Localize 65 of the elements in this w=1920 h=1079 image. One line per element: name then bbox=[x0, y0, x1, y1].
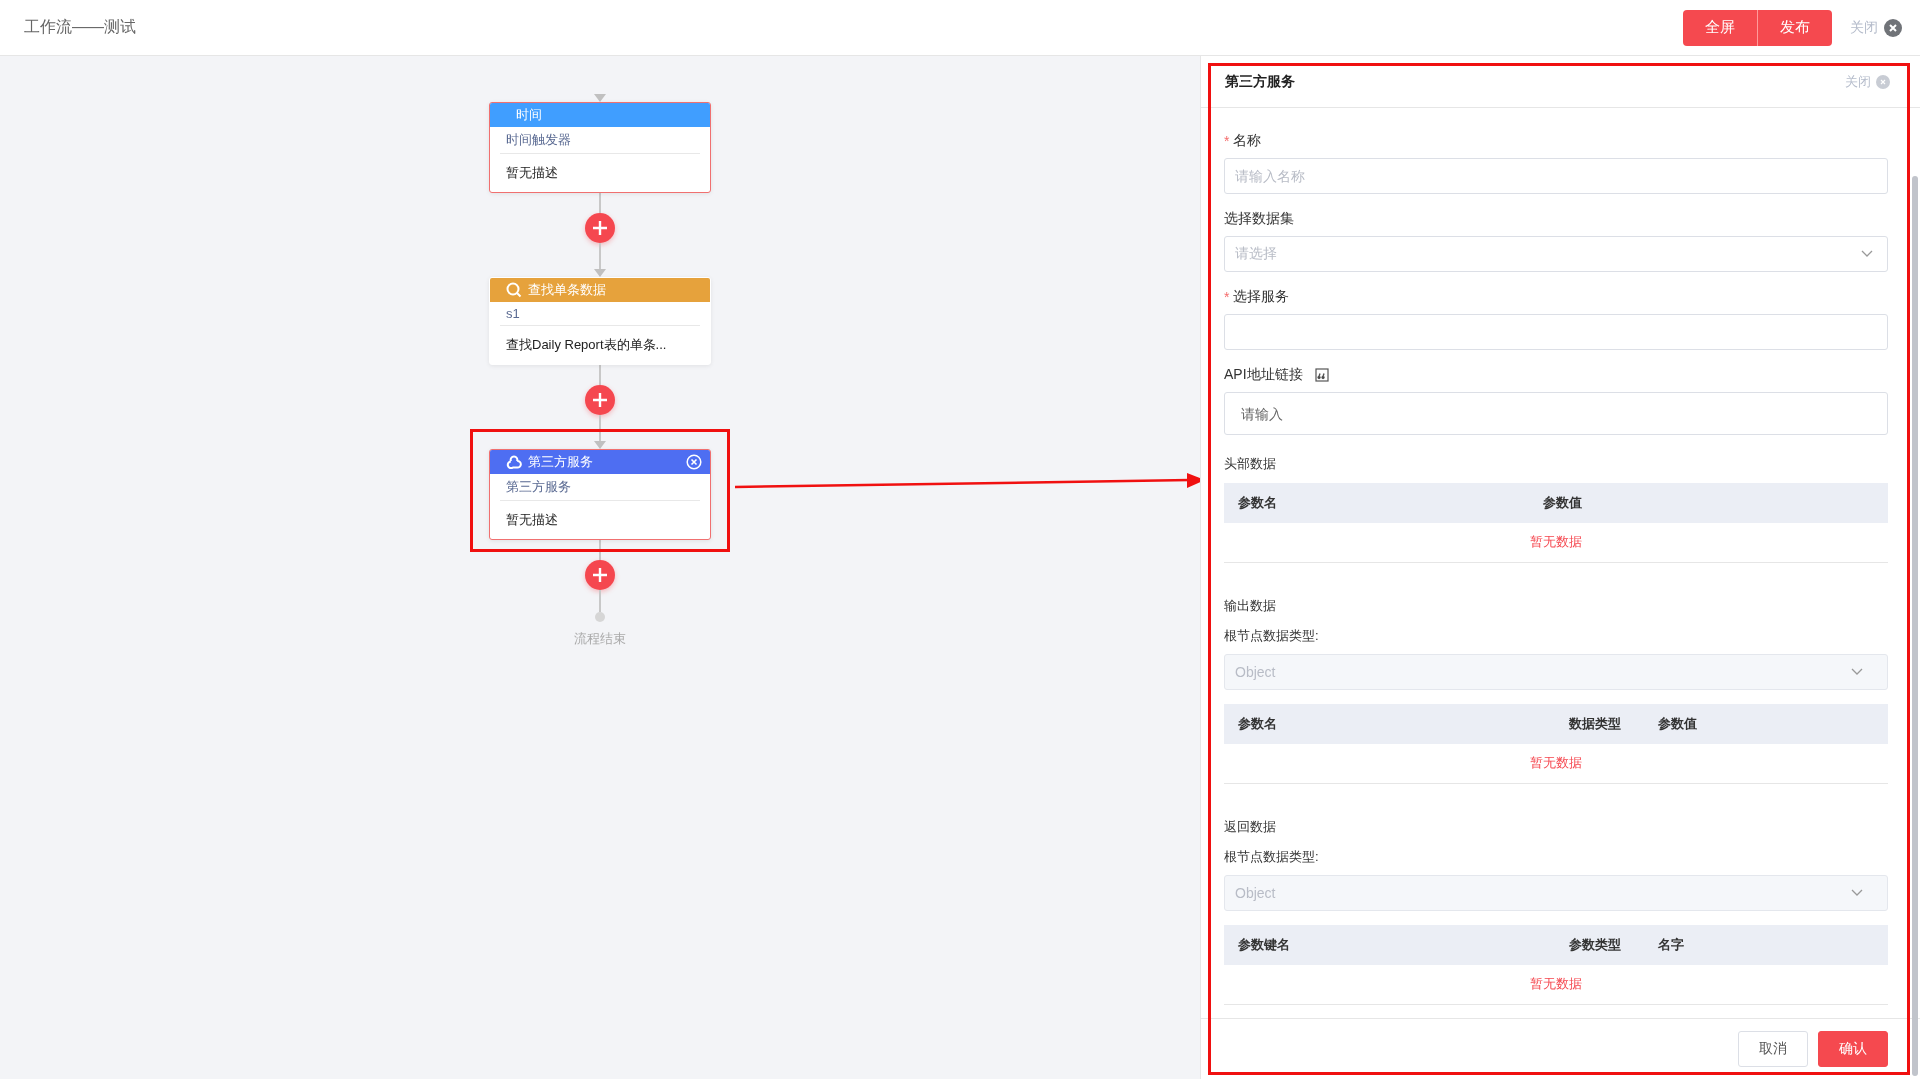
section-title: 输出数据 bbox=[1224, 597, 1277, 615]
confirm-button[interactable]: 确认 bbox=[1818, 1031, 1888, 1067]
text-input[interactable]: 请输入 bbox=[1224, 392, 1888, 435]
close-button[interactable]: 关闭 bbox=[1845, 72, 1890, 91]
node-title: 时间 bbox=[516, 106, 543, 124]
search-icon bbox=[506, 282, 522, 298]
text-input[interactable] bbox=[1224, 314, 1888, 350]
required-mark: * bbox=[1224, 133, 1230, 149]
toolbar-button[interactable]: 全屏 bbox=[1683, 9, 1758, 46]
column-header: 参数名 bbox=[1238, 494, 1278, 512]
close-icon bbox=[1884, 18, 1902, 37]
end-dot bbox=[595, 612, 605, 622]
node-name: 第三方服务 bbox=[500, 474, 700, 501]
arrow-head-icon bbox=[594, 94, 606, 102]
flow-node[interactable]: 查找单条数据 s1 查找Daily Report表的单条... bbox=[489, 277, 711, 365]
node-name: 时间触发器 bbox=[500, 127, 700, 154]
chevron-down-icon bbox=[1851, 889, 1863, 897]
close-button[interactable]: 关闭 bbox=[1850, 18, 1902, 37]
column-header: 名字 bbox=[1657, 936, 1685, 954]
close-icon bbox=[1876, 74, 1890, 89]
field-label: 选择数据集 bbox=[1224, 210, 1294, 228]
flow-node[interactable]: 第三方服务 第三方服务 暂无描述 bbox=[489, 449, 711, 540]
empty-message: 暂无数据 bbox=[1224, 523, 1888, 563]
empty-message: 暂无数据 bbox=[1224, 744, 1888, 784]
field-label: 名称 bbox=[1233, 132, 1262, 150]
field-label: 根节点数据类型: bbox=[1224, 627, 1320, 645]
flow-node[interactable]: 时间 时间触发器 暂无描述 bbox=[489, 102, 711, 193]
remove-icon[interactable] bbox=[686, 454, 702, 470]
column-header: 参数值 bbox=[1543, 494, 1584, 512]
column-header: 参数值 bbox=[1657, 715, 1698, 733]
field-label: 根节点数据类型: bbox=[1224, 848, 1320, 866]
required-mark: * bbox=[1224, 289, 1230, 305]
scrollbar[interactable] bbox=[1912, 176, 1918, 1076]
plus-icon bbox=[593, 221, 607, 235]
cloud-icon bbox=[506, 455, 522, 469]
node-description: 查找Daily Report表的单条... bbox=[505, 336, 668, 354]
add-node-button[interactable] bbox=[585, 560, 615, 590]
column-header: 参数名 bbox=[1238, 715, 1278, 733]
end-label: 流程结束 bbox=[574, 630, 626, 648]
column-header: 数据类型 bbox=[1568, 715, 1622, 733]
chevron-down-icon bbox=[1851, 668, 1863, 676]
panel-title: 第三方服务 bbox=[1225, 72, 1295, 91]
cancel-button[interactable]: 取消 bbox=[1738, 1031, 1808, 1067]
page-title: 工作流——测试 bbox=[24, 17, 136, 37]
field-label: API地址链接 bbox=[1224, 366, 1303, 384]
plus-icon bbox=[593, 568, 607, 582]
chevron-down-icon bbox=[1861, 250, 1873, 258]
column-header: 参数键名 bbox=[1238, 936, 1291, 954]
quote-icon[interactable] bbox=[1314, 368, 1329, 382]
add-node-button[interactable] bbox=[585, 385, 615, 415]
add-node-button[interactable] bbox=[585, 213, 615, 243]
select-field[interactable]: 请选择 bbox=[1224, 236, 1888, 272]
empty-message: 暂无数据 bbox=[1224, 965, 1888, 1005]
node-description: 暂无描述 bbox=[505, 511, 559, 529]
section-title: 头部数据 bbox=[1224, 455, 1277, 473]
toolbar-button[interactable]: 发布 bbox=[1758, 9, 1832, 46]
node-name: s1 bbox=[500, 302, 700, 326]
section-title: 返回数据 bbox=[1224, 818, 1277, 836]
field-label: 选择服务 bbox=[1233, 288, 1290, 306]
node-description: 暂无描述 bbox=[505, 164, 559, 182]
node-title: 查找单条数据 bbox=[528, 281, 607, 299]
text-input[interactable]: 请输入名称 bbox=[1224, 158, 1888, 194]
plus-icon bbox=[593, 393, 607, 407]
node-title: 第三方服务 bbox=[528, 453, 594, 471]
column-header: 参数类型 bbox=[1568, 936, 1622, 954]
